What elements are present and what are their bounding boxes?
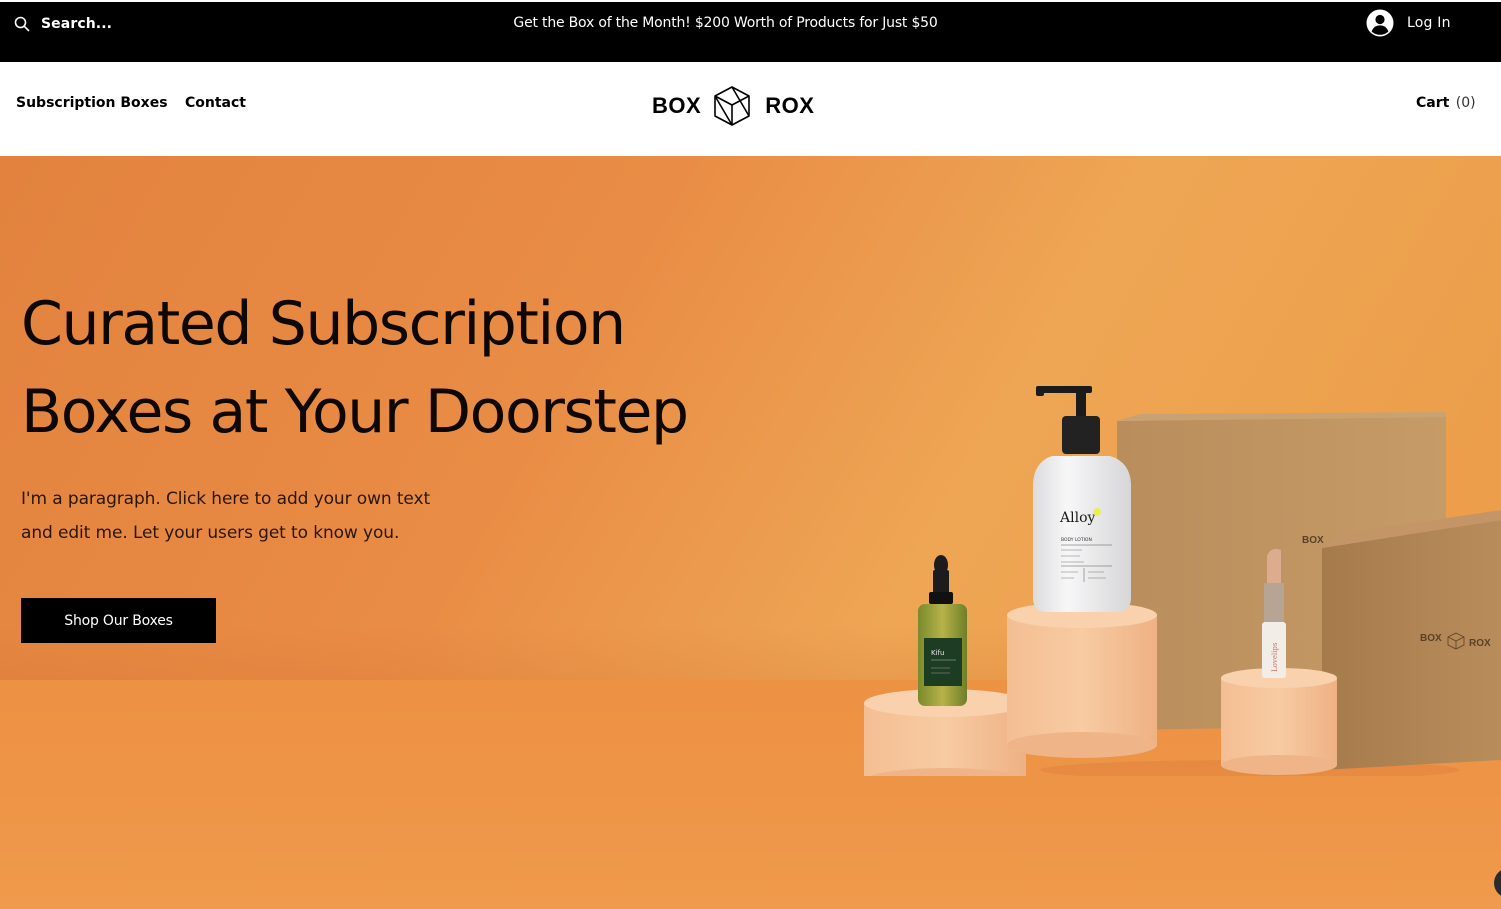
site-logo[interactable]: BOX ROX bbox=[652, 84, 814, 128]
pedestal-right bbox=[1221, 668, 1337, 775]
shop-our-boxes-button[interactable]: Shop Our Boxes bbox=[21, 598, 216, 643]
svg-text:Alloy: Alloy bbox=[1059, 510, 1095, 526]
pedestal-middle bbox=[1007, 602, 1157, 758]
cube-logo-icon bbox=[714, 86, 750, 126]
svg-text:Lovelips: Lovelips bbox=[1271, 642, 1279, 672]
hero-title-line-2: Boxes at Your Doorstep bbox=[21, 377, 689, 447]
cart-button[interactable]: Cart (0) bbox=[1416, 95, 1476, 111]
hero-section: Curated Subscription Boxes at Your Doors… bbox=[0, 156, 1501, 909]
svg-text:BODY LOTION: BODY LOTION bbox=[1061, 537, 1092, 543]
nav-subscription-boxes[interactable]: Subscription Boxes bbox=[16, 95, 168, 111]
svg-text:Kifu: Kifu bbox=[931, 649, 944, 657]
hero-paragraph-line-1: I'm a paragraph. Click here to add your … bbox=[21, 489, 431, 509]
announcement-bar: Search... Get the Box of the Month! $200… bbox=[0, 2, 1501, 62]
login-button[interactable]: Log In bbox=[1366, 8, 1451, 38]
svg-text:ROX: ROX bbox=[1469, 638, 1491, 649]
nav-contact[interactable]: Contact bbox=[185, 95, 246, 111]
hero-title-line-1: Curated Subscription bbox=[21, 289, 626, 359]
cart-count: (0) bbox=[1455, 95, 1476, 111]
hero-paragraph-line-2: and edit me. Let your users get to know … bbox=[21, 523, 400, 543]
product-scene-image: BOX BOX ROX Alloy BODY LOTION Kifu Lovel… bbox=[864, 386, 1501, 776]
cardboard-box-front: BOX ROX bbox=[1322, 510, 1501, 770]
cart-label: Cart bbox=[1416, 95, 1450, 111]
user-avatar-icon bbox=[1366, 9, 1394, 37]
logo-word-right: ROX bbox=[765, 93, 815, 118]
serum-bottle: Kifu bbox=[918, 555, 967, 706]
hero-title: Curated Subscription Boxes at Your Doors… bbox=[21, 280, 741, 456]
promo-text: Get the Box of the Month! $200 Worth of … bbox=[513, 15, 938, 31]
lotion-bottle: Alloy BODY LOTION bbox=[1033, 386, 1131, 612]
logo-word-left: BOX bbox=[652, 93, 702, 118]
site-header: Subscription Boxes Contact BOX ROX Cart … bbox=[0, 62, 1501, 156]
svg-text:BOX: BOX bbox=[1302, 535, 1324, 546]
svg-text:BOX: BOX bbox=[1420, 633, 1442, 644]
hero-paragraph: I'm a paragraph. Click here to add your … bbox=[21, 482, 491, 550]
login-label: Log In bbox=[1407, 15, 1451, 31]
